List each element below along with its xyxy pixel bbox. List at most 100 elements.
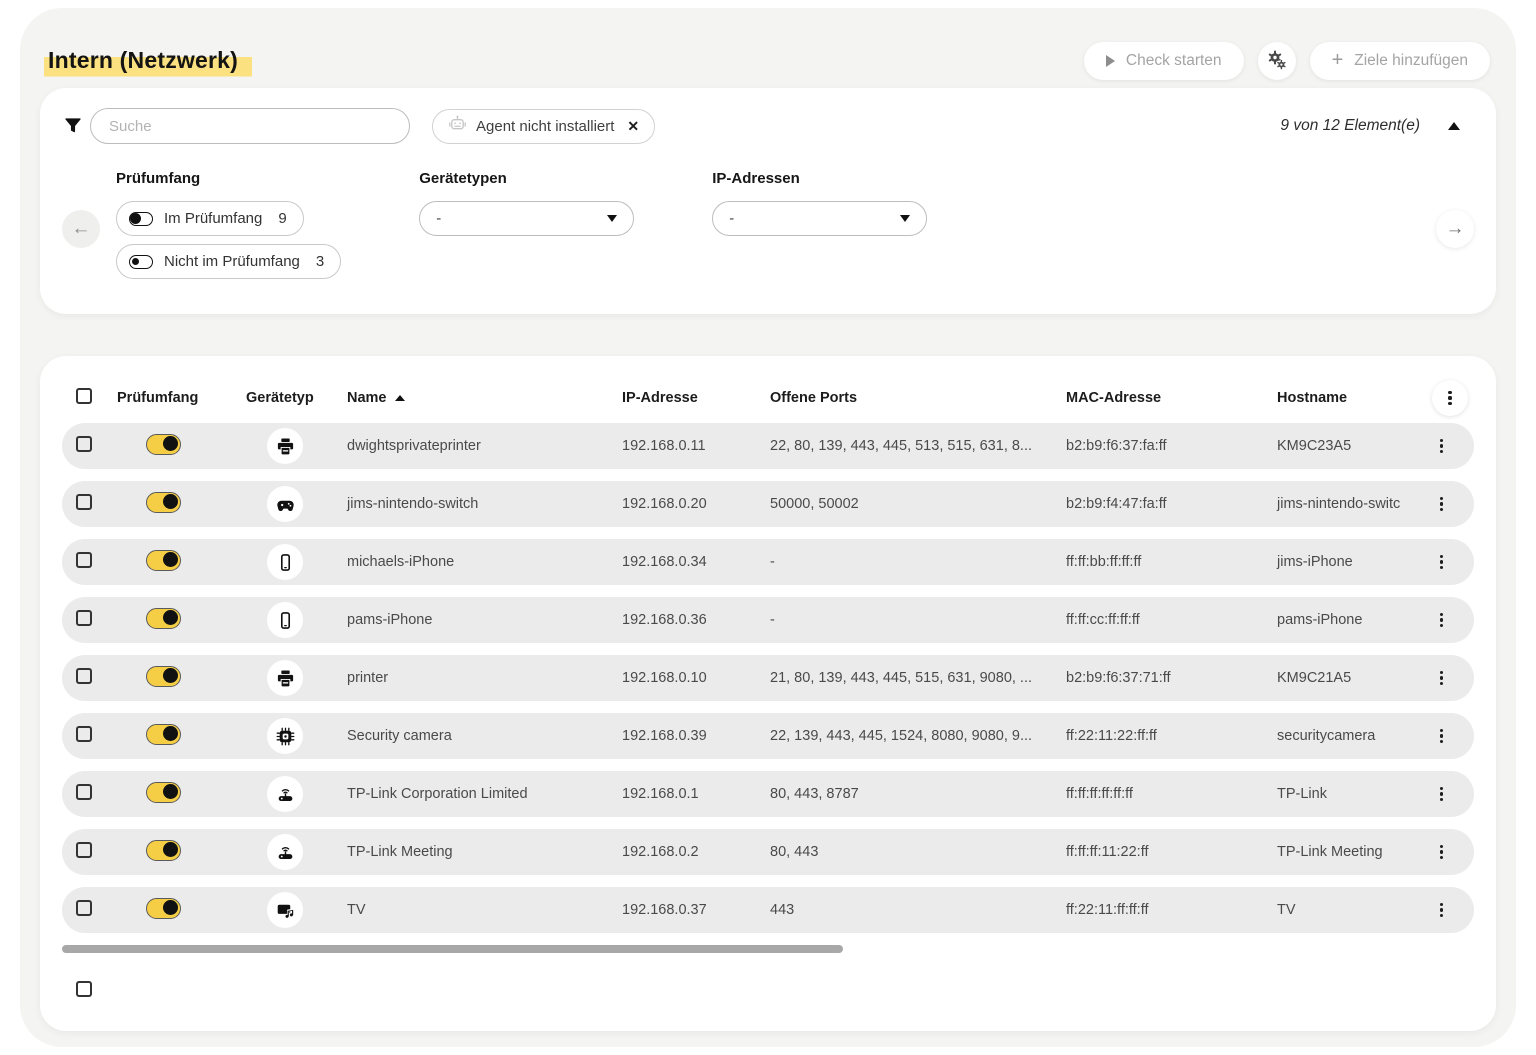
horizontal-scrollbar[interactable] xyxy=(62,945,843,953)
sort-asc-icon xyxy=(395,395,405,401)
row-menu-button[interactable] xyxy=(1436,493,1447,516)
collapse-filter-icon[interactable] xyxy=(1448,122,1460,130)
device-name: printer xyxy=(324,670,618,686)
row-menu-button[interactable] xyxy=(1436,725,1447,748)
device-mac: b2:b9:f6:37:fa:ff xyxy=(1052,438,1262,454)
column-header-offene-ports[interactable]: Offene Ports xyxy=(758,390,1052,406)
topbar-actions: Check starten xyxy=(1084,42,1490,80)
device-name: Security camera xyxy=(324,728,618,744)
row-checkbox[interactable] xyxy=(76,494,92,510)
scope-toggle[interactable] xyxy=(146,724,181,745)
row-menu-button[interactable] xyxy=(1436,667,1447,690)
filter-not-in-scope-toggle[interactable]: Nicht im Prüfumfang 3 xyxy=(116,244,341,279)
row-menu-button[interactable] xyxy=(1436,435,1447,458)
scope-toggle[interactable] xyxy=(146,666,181,687)
column-header-mac-adresse[interactable]: MAC-Adresse xyxy=(1052,390,1262,406)
device-ports: - xyxy=(758,554,1052,570)
check-start-label: Check starten xyxy=(1126,52,1222,70)
table-rows: dwightsprivateprinter 192.168.0.11 22, 8… xyxy=(62,423,1474,933)
settings-button[interactable] xyxy=(1258,42,1296,80)
count-area: 9 von 12 Element(e) xyxy=(1280,117,1472,135)
play-icon xyxy=(1106,55,1115,67)
row-checkbox[interactable] xyxy=(76,784,92,800)
row-checkbox[interactable] xyxy=(76,726,92,742)
scope-toggle[interactable] xyxy=(146,898,181,919)
row-menu-button[interactable] xyxy=(1436,609,1447,632)
table-options-button[interactable] xyxy=(1432,380,1468,416)
check-start-button[interactable]: Check starten xyxy=(1084,42,1244,80)
row-checkbox[interactable] xyxy=(76,610,92,626)
device-ports: 21, 80, 139, 443, 445, 515, 631, 9080, .… xyxy=(758,670,1052,686)
column-header-name[interactable]: Name xyxy=(324,390,618,406)
close-icon[interactable]: ✕ xyxy=(627,118,639,135)
select-all-checkbox[interactable] xyxy=(76,388,92,404)
device-ports: 22, 80, 139, 443, 445, 513, 515, 631, 8.… xyxy=(758,438,1052,454)
table-header: Prüfumfang Gerätetyp Name IP-Adresse Off… xyxy=(62,376,1474,420)
router-icon xyxy=(267,776,303,812)
scope-toggle[interactable] xyxy=(146,550,181,571)
table-row: TV 192.168.0.37 443 ff:22:11:ff:ff:ff TV xyxy=(62,887,1474,933)
table-row: jims-nintendo-switch 192.168.0.20 50000,… xyxy=(62,481,1474,527)
device-ip: 192.168.0.36 xyxy=(618,612,758,628)
router-icon xyxy=(267,834,303,870)
device-hostname: jims-nintendo-switc xyxy=(1262,496,1422,512)
ip-addresses-dropdown[interactable]: - xyxy=(712,201,927,236)
device-types-dropdown[interactable]: - xyxy=(419,201,634,236)
filter-group-label: Gerätetypen xyxy=(419,170,634,187)
scope-toggle[interactable] xyxy=(146,608,181,629)
printer-icon xyxy=(267,428,303,464)
row-menu-button[interactable] xyxy=(1436,783,1447,806)
filter-chip-agent-not-installed[interactable]: Agent nicht installiert ✕ xyxy=(432,109,655,144)
column-header-hostname[interactable]: Hostname xyxy=(1262,390,1422,406)
row-checkbox[interactable] xyxy=(76,842,92,858)
table-row: pams-iPhone 192.168.0.36 - ff:ff:cc:ff:f… xyxy=(62,597,1474,643)
filter-chip-label: Agent nicht installiert xyxy=(476,118,614,135)
device-mac: ff:ff:ff:11:22:ff xyxy=(1052,844,1262,860)
device-ports: 80, 443 xyxy=(758,844,1052,860)
printer-icon xyxy=(267,660,303,696)
row-menu-button[interactable] xyxy=(1436,841,1447,864)
device-mac: ff:ff:bb:ff:ff:ff xyxy=(1052,554,1262,570)
device-ip: 192.168.0.1 xyxy=(618,786,758,802)
page-container: Intern (Netzwerk) Check starten xyxy=(20,8,1516,1047)
page-title: Intern (Netzwerk) xyxy=(44,45,252,78)
filter-groups: ← Prüfumfang Im Prüfumfang 9 Nicht im Pr… xyxy=(64,170,1472,287)
search-input[interactable] xyxy=(90,108,410,144)
select-all-footer-checkbox[interactable] xyxy=(76,981,92,997)
column-header-geraetetyp[interactable]: Gerätetyp xyxy=(232,390,324,406)
row-checkbox[interactable] xyxy=(76,552,92,568)
row-menu-button[interactable] xyxy=(1436,551,1447,574)
scope-toggle[interactable] xyxy=(146,782,181,803)
filter-in-scope-toggle[interactable]: Im Prüfumfang 9 xyxy=(116,201,304,236)
column-header-ip-adresse[interactable]: IP-Adresse xyxy=(618,390,758,406)
row-checkbox[interactable] xyxy=(76,436,92,452)
filter-row: Agent nicht installiert ✕ 9 von 12 Eleme… xyxy=(64,106,1472,146)
device-name: pams-iPhone xyxy=(324,612,618,628)
device-name: dwightsprivateprinter xyxy=(324,438,618,454)
scope-toggle[interactable] xyxy=(146,492,181,513)
in-scope-label: Im Prüfumfang xyxy=(164,210,262,227)
device-name: jims-nintendo-switch xyxy=(324,496,618,512)
scope-toggle[interactable] xyxy=(146,434,181,455)
device-ip: 192.168.0.20 xyxy=(618,496,758,512)
device-hostname: TV xyxy=(1262,902,1422,918)
row-menu-button[interactable] xyxy=(1436,899,1447,922)
media-icon xyxy=(267,892,303,928)
filter-panel: Agent nicht installiert ✕ 9 von 12 Eleme… xyxy=(40,88,1496,314)
element-count: 9 von 12 Element(e) xyxy=(1280,117,1420,135)
scroll-filters-left-button[interactable]: ← xyxy=(62,210,100,248)
table-row: dwightsprivateprinter 192.168.0.11 22, 8… xyxy=(62,423,1474,469)
robot-icon xyxy=(448,114,467,138)
device-ip: 192.168.0.34 xyxy=(618,554,758,570)
add-targets-button[interactable]: + Ziele hinzufügen xyxy=(1310,42,1490,80)
not-in-scope-label: Nicht im Prüfumfang xyxy=(164,253,300,270)
scroll-filters-right-button[interactable]: → xyxy=(1436,210,1474,248)
device-name: TV xyxy=(324,902,618,918)
device-hostname: TP-Link Meeting xyxy=(1262,844,1422,860)
row-checkbox[interactable] xyxy=(76,668,92,684)
not-in-scope-count: 3 xyxy=(316,253,324,270)
scope-toggle[interactable] xyxy=(146,840,181,861)
row-checkbox[interactable] xyxy=(76,900,92,916)
device-ip: 192.168.0.37 xyxy=(618,902,758,918)
column-header-pruefumfang[interactable]: Prüfumfang xyxy=(116,390,232,406)
